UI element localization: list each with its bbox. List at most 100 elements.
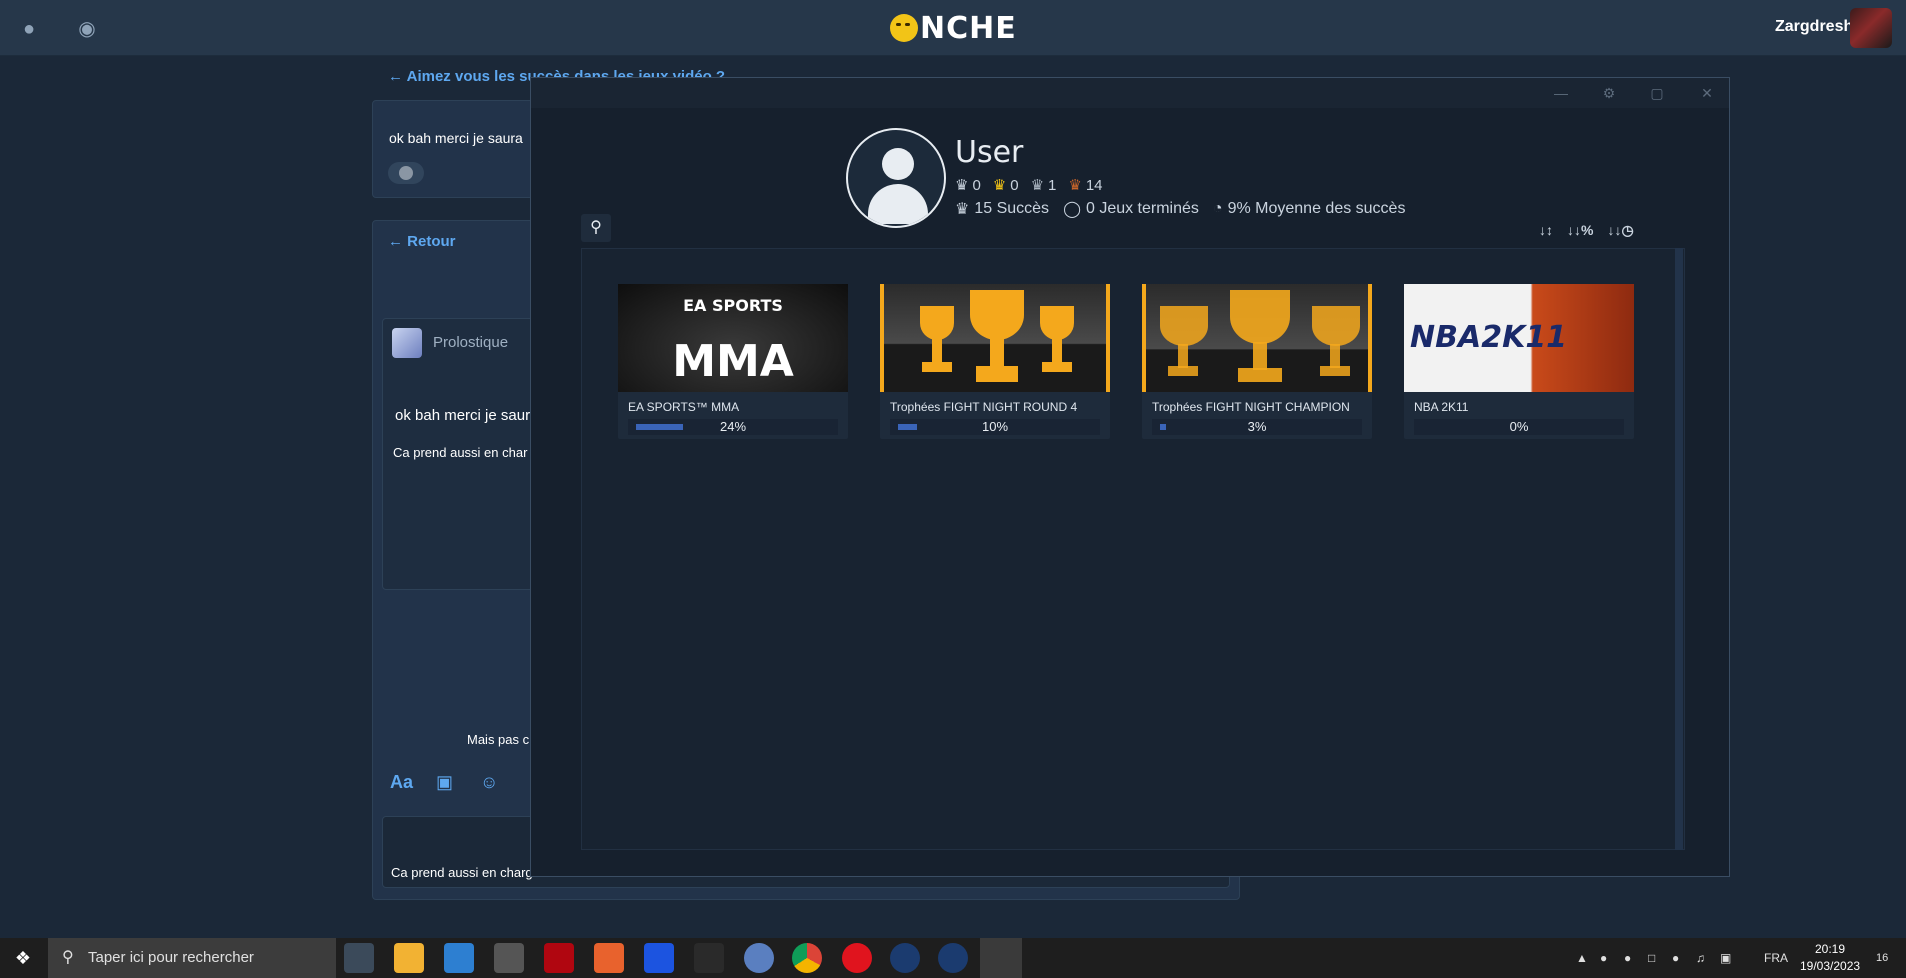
- lightbulb-icon[interactable]: ●: [16, 16, 42, 42]
- malwarebytes-icon[interactable]: [644, 943, 674, 973]
- nvidia-icon[interactable]: ▲: [1576, 938, 1588, 978]
- game-title: EA SPORTS™ MMA: [628, 400, 740, 414]
- cup-stem: [1178, 344, 1188, 368]
- game-card[interactable]: NBA2K11 NBA 2K11 0%: [1404, 284, 1634, 439]
- network-icon[interactable]: ▣: [1720, 938, 1731, 978]
- back-link[interactable]: ← Retour: [388, 233, 456, 250]
- author-avatar[interactable]: [392, 328, 422, 358]
- scrollbar[interactable]: [1675, 248, 1683, 850]
- tray-icon[interactable]: ●: [1624, 938, 1631, 978]
- tray-icon[interactable]: ●: [1600, 938, 1607, 978]
- notification-count[interactable]: 16: [1876, 938, 1888, 978]
- achievements-value: 15 Succès: [974, 200, 1050, 217]
- platinum-value: 0: [972, 176, 981, 194]
- mma-logo-top: EA SPORTS: [683, 296, 783, 315]
- keyboard-app-icon[interactable]: [494, 943, 524, 973]
- search-icon: ⚲: [62, 949, 74, 966]
- game-cover-nba: NBA2K11: [1404, 284, 1634, 392]
- mail-icon[interactable]: [444, 943, 474, 973]
- author-name[interactable]: Prolostique: [433, 334, 508, 351]
- clock-date: 19/03/2023: [1800, 959, 1861, 973]
- progress-label: 24%: [719, 419, 747, 434]
- nba-logo: NBA2K11: [1410, 320, 1568, 355]
- maximize-icon[interactable]: ▢: [1645, 82, 1669, 104]
- game-card[interactable]: Trophées FIGHT NIGHT CHAMPION 3%: [1142, 284, 1372, 439]
- logo-text: NCHE: [920, 10, 1017, 46]
- platinum-count: ♛ 0: [955, 176, 981, 195]
- window-titlebar[interactable]: — ⚙ ▢ ✕: [531, 78, 1729, 108]
- avatar-head: [882, 148, 914, 180]
- netflix-icon[interactable]: [544, 943, 574, 973]
- bottom-excerpt: Ca prend aussi en charg: [391, 865, 533, 880]
- cup-stem: [1052, 338, 1062, 364]
- cup-base: [1238, 368, 1282, 382]
- search-icon: ⚲: [590, 219, 602, 236]
- sort-alpha-button[interactable]: ↓↕: [1539, 222, 1553, 239]
- silver-count: ♛ 1: [1030, 176, 1057, 195]
- ccleaner-icon[interactable]: [594, 943, 624, 973]
- completed-stat: ◯ 0 Jeux terminés: [1063, 199, 1199, 219]
- cup-shape: [920, 306, 954, 340]
- game-cover-trophy: [1142, 284, 1372, 392]
- game-title: Trophées FIGHT NIGHT CHAMPION: [1152, 400, 1350, 414]
- task-view-icon[interactable]: [344, 943, 374, 973]
- site-logo[interactable]: NCHE: [890, 10, 1017, 46]
- achievements-stat: ♛ 15 Succès: [955, 199, 1049, 219]
- clock[interactable]: 20:19 19/03/2023: [1800, 941, 1860, 975]
- silver-trophy-icon: ♛: [1030, 177, 1045, 194]
- achievement-app-icon[interactable]: [980, 938, 1022, 978]
- sort-controls: ↓↕ ↓↓% ↓↓◷: [1539, 222, 1634, 239]
- epic-games-icon[interactable]: [694, 943, 724, 973]
- search-button[interactable]: ⚲: [581, 214, 611, 242]
- sort-time-button[interactable]: ↓↓◷: [1607, 222, 1633, 239]
- qbittorrent-icon[interactable]: [744, 943, 774, 973]
- reaction-chip[interactable]: [388, 162, 424, 184]
- game-title: Trophées FIGHT NIGHT ROUND 4: [890, 400, 1078, 414]
- back-label: Retour: [407, 233, 456, 250]
- steam-tray-icon[interactable]: ●: [1672, 938, 1679, 978]
- average-stat: ◔ 9% Moyenne des succès: [1213, 199, 1406, 219]
- file-explorer-icon[interactable]: [394, 943, 424, 973]
- progress-bar: 3%: [1152, 419, 1362, 435]
- opera-icon[interactable]: [842, 943, 872, 973]
- taskbar: ❖ ⚲ Taper ici pour rechercher ▲ ● ● □ ● …: [0, 938, 1906, 978]
- minimize-icon[interactable]: —: [1549, 82, 1573, 104]
- gear-icon[interactable]: ⚙: [1597, 82, 1621, 104]
- game-card[interactable]: EA SPORTS MMA EA SPORTS™ MMA 24%: [618, 284, 848, 439]
- close-icon[interactable]: ✕: [1695, 82, 1719, 104]
- progress-bar: 24%: [628, 419, 838, 435]
- game-card[interactable]: Trophées FIGHT NIGHT ROUND 4 10%: [880, 284, 1110, 439]
- quote-excerpt: ok bah merci je saur: [395, 407, 531, 424]
- profile-name: User: [955, 135, 1024, 170]
- language-indicator[interactable]: FRA: [1764, 938, 1788, 978]
- avatar[interactable]: [1850, 8, 1892, 48]
- gold-count: ♛ 0: [992, 176, 1019, 195]
- tray-icon[interactable]: □: [1648, 938, 1655, 978]
- platinum-trophy-icon: ♛: [955, 177, 969, 194]
- emoji-icon[interactable]: ☺: [480, 772, 498, 793]
- text-format-button[interactable]: Aa: [390, 772, 413, 793]
- bell-icon[interactable]: ◉: [74, 16, 100, 42]
- site-header: ● ◉ NCHE Zargdresh: [0, 0, 1906, 56]
- username[interactable]: Zargdresh: [1775, 18, 1853, 36]
- chrome-icon[interactable]: [792, 943, 822, 973]
- volume-icon[interactable]: ♫: [1696, 938, 1705, 978]
- taskbar-search[interactable]: ⚲ Taper ici pour rechercher: [48, 938, 336, 978]
- windows-start-icon[interactable]: ❖: [0, 938, 46, 978]
- gold-trophy-icon: ♛: [992, 177, 1007, 194]
- sort-percent-button[interactable]: ↓↓%: [1567, 222, 1593, 239]
- gold-value: 0: [1010, 176, 1019, 194]
- cup-stem: [1253, 342, 1267, 370]
- steam-icon[interactable]: [890, 943, 920, 973]
- trophy-counts: ♛ 0 ♛ 0 ♛ 1 ♛ 14: [955, 176, 1103, 195]
- steam-icon[interactable]: [938, 943, 968, 973]
- profile-stats: ♛ 15 Succès ◯ 0 Jeux terminés ◔ 9% Moyenne …: [955, 199, 1405, 219]
- avatar-body: [868, 184, 928, 224]
- add-image-icon[interactable]: ▣: [436, 772, 453, 793]
- arrow-left-icon: ←: [388, 68, 407, 85]
- clock-time: 20:19: [1814, 942, 1846, 956]
- arrow-left-icon: ←: [388, 233, 408, 250]
- achievements-window: — ⚙ ▢ ✕ User ♛ 0 ♛ 0 ♛ 1 ♛ 14 ♛ 15 Succès ◯ 0 …: [530, 77, 1730, 877]
- game-title: NBA 2K11: [1414, 400, 1469, 414]
- cup-shape: [1160, 306, 1208, 346]
